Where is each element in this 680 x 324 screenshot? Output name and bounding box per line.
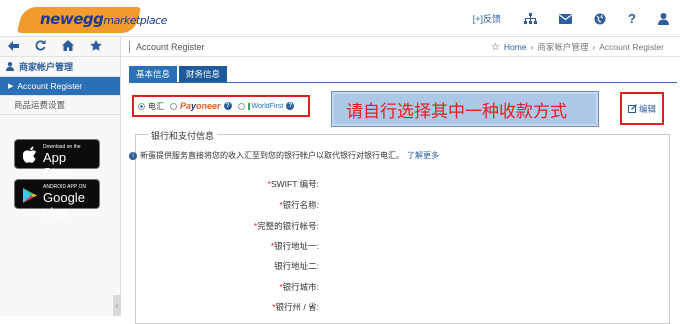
help-icon[interactable]: ? (617, 0, 647, 37)
help-icon[interactable]: ? (286, 102, 295, 110)
caret-right-icon: ▶ (8, 83, 14, 90)
learn-more-link[interactable]: 了解更多 (407, 150, 439, 161)
breadcrumb-home[interactable]: Home (504, 42, 527, 52)
edit-icon (627, 104, 637, 113)
field-label-row: *银行州 / 省: (121, 301, 319, 313)
sidebar-item-label: 商品运费设置 (14, 100, 66, 110)
payment-option-worldfirst[interactable]: WorldFirst ? (237, 102, 295, 110)
field-label-row: *SWIFT 编号: (121, 178, 319, 190)
payoneer-logo: Payoneer (180, 101, 221, 111)
edit-label: 编辑 (638, 103, 656, 114)
notice-text: 新蛋提供服务直接将您的收入汇至到您的银行帐户以取代银行对银行电汇。 (140, 151, 404, 160)
radio-wire[interactable] (138, 102, 145, 110)
sidebar-item-account-register[interactable]: ▶ Account Register (0, 77, 120, 96)
logo-text: neweggmarketplace (40, 10, 167, 28)
field-label: 银行名称: (282, 200, 319, 210)
divider (129, 40, 130, 53)
payment-option-payoneer[interactable]: Payoneer ? (170, 101, 232, 111)
bank-notice: i 新蛋提供服务直接将您的收入汇至到您的银行帐户以取代银行对银行电汇。 了解更多 (129, 150, 439, 161)
field-label: SWIFT 编号: (270, 179, 319, 189)
user-icon[interactable] (647, 0, 680, 37)
payment-option-label: 电汇 (148, 101, 164, 111)
user-group-icon (6, 62, 14, 71)
app-store-badge[interactable]: Download on the App Store (14, 139, 100, 180)
edit-button[interactable]: 编辑 (620, 92, 664, 125)
sidebar-collapse-handle[interactable]: ‹ (113, 295, 121, 316)
sitemap-icon[interactable] (513, 0, 548, 37)
sidebar-group-account[interactable]: 商家帐户管理 (0, 57, 120, 77)
tabs: 基本信息 财务信息 (129, 66, 228, 82)
chevron-left-icon: ‹ (115, 301, 119, 310)
tab-finance-info[interactable]: 财务信息 (179, 66, 228, 82)
breadcrumb-sep-icon: › (592, 42, 596, 52)
feedback-link[interactable]: [+]反馈 (462, 0, 513, 37)
sidebar-group-label: 商家帐户管理 (19, 62, 74, 72)
main-content: Account Register ☆ Home › 商家帐户管理 › Accou… (121, 37, 680, 324)
worldfirst-logo: WorldFirst (247, 102, 283, 110)
help-icon[interactable]: ? (223, 102, 232, 110)
apple-icon (23, 146, 37, 163)
top-bar: neweggmarketplace [+]反馈 ? (0, 0, 680, 37)
sidebar-item-shipping[interactable]: 商品运费设置 (0, 96, 120, 115)
gplay-big-text: Google play (43, 190, 85, 220)
info-icon: i (129, 151, 137, 160)
breadcrumb: ☆ Home › 商家帐户管理 › Account Register (491, 37, 664, 57)
field-label-row: 银行地址二: (121, 260, 319, 272)
instruction-callout: 请自行选择其中一种收款方式 (331, 91, 599, 127)
fieldset-legend: 银行和支付信息 (148, 129, 218, 142)
star-icon[interactable]: ☆ (491, 42, 500, 53)
star-icon[interactable] (90, 39, 102, 54)
field-label: 银行地址二: (274, 261, 319, 271)
field-label-row: *完整的银行帐号: (121, 220, 319, 232)
top-icons: [+]反馈 ? (462, 0, 680, 37)
tab-basic-info[interactable]: 基本信息 (129, 66, 178, 82)
radio-payoneer[interactable] (170, 102, 177, 110)
page-title: Account Register (136, 41, 205, 52)
sidebar: 商家帐户管理 ▶ Account Register 商品运费设置 Downloa… (0, 37, 121, 316)
field-label-row: *银行地址一: (121, 240, 319, 252)
payment-option-wire[interactable]: 电汇 (138, 101, 164, 112)
tab-underline (129, 82, 677, 83)
field-label: 银行地址一: (274, 241, 319, 251)
refresh-icon[interactable] (35, 39, 46, 54)
appstore-big-text: App Store (43, 150, 75, 180)
breadcrumb-sep-icon: › (530, 42, 534, 52)
field-label: 完整的银行帐号: (257, 221, 319, 231)
home-icon[interactable] (62, 39, 74, 54)
breadcrumb-item[interactable]: 商家帐户管理 (537, 41, 588, 53)
field-label: 银行城市: (282, 282, 319, 292)
mail-icon[interactable] (548, 0, 583, 37)
radio-worldfirst[interactable] (237, 102, 245, 110)
back-arrow-icon[interactable] (8, 39, 19, 54)
google-play-icon (23, 188, 37, 203)
google-play-badge[interactable]: ANDROID APP ON Google play (14, 179, 100, 220)
field-label-row: *银行城市: (121, 281, 319, 293)
field-label: 银行州 / 省: (275, 302, 319, 312)
globe-icon[interactable] (583, 0, 617, 37)
newegg-logo[interactable]: neweggmarketplace (8, 6, 167, 33)
sidebar-toolbar (0, 37, 120, 57)
field-label-row: *银行名称: (121, 199, 319, 211)
breadcrumb-current: Account Register (599, 42, 664, 52)
payment-options: 电汇 Payoneer ? WorldFirst ? (132, 95, 310, 117)
sidebar-item-label: Account Register (17, 81, 83, 91)
